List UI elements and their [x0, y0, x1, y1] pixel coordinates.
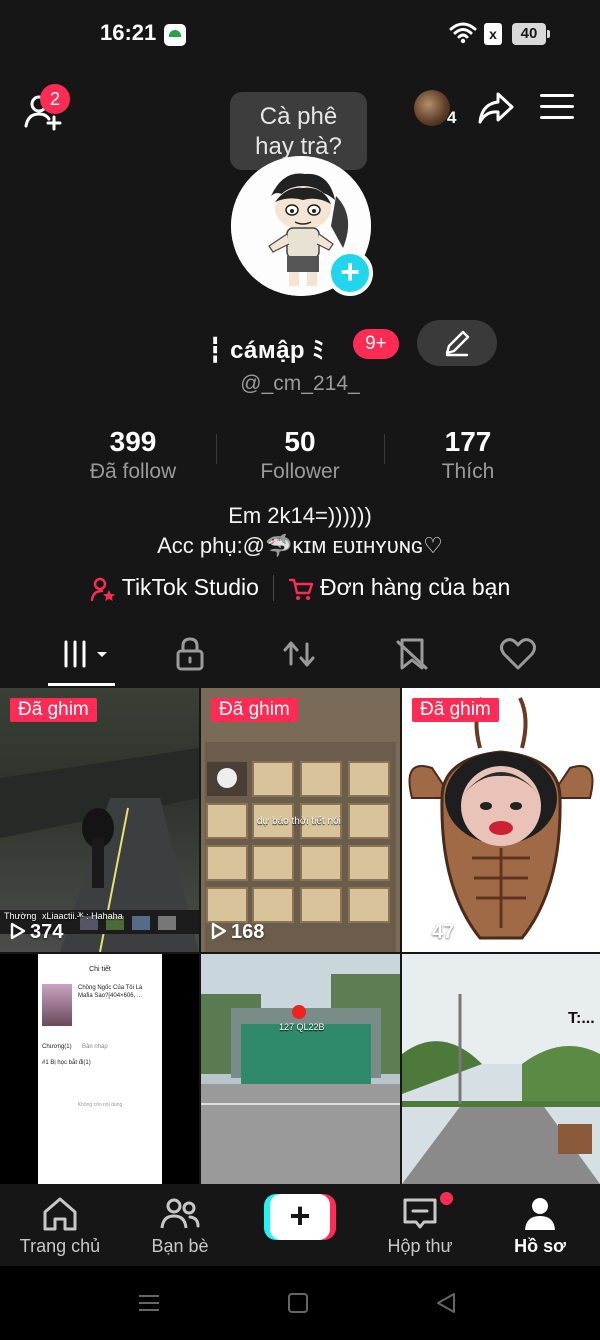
- view-count: 374: [10, 921, 63, 944]
- play-icon: [412, 922, 428, 940]
- name-badge[interactable]: 9+: [353, 329, 399, 359]
- cart-icon: [288, 578, 314, 600]
- edit-profile-button[interactable]: [417, 320, 497, 366]
- tab-reposts[interactable]: [269, 632, 329, 676]
- tab-favorites[interactable]: [382, 632, 442, 676]
- view-count: 168: [211, 921, 264, 944]
- view-count-value: 47: [432, 921, 455, 943]
- home-square-icon[interactable]: [286, 1291, 310, 1315]
- heart-icon: [500, 638, 536, 670]
- battery-icon: 40: [512, 23, 550, 45]
- play-icon: [211, 922, 227, 940]
- play-icon: [10, 922, 26, 940]
- view-count-value: 168: [231, 921, 265, 943]
- orders-label: Đơn hàng của bạn: [319, 574, 511, 600]
- nav-inbox[interactable]: Hộp thư: [360, 1184, 480, 1266]
- profile-visitors-avatar[interactable]: [414, 90, 450, 126]
- nav-inbox-label: Hộp thư: [387, 1236, 453, 1256]
- thought-line-1: Cà phê: [259, 103, 338, 130]
- thumbnail-text: dự báo thời tiết nói: [257, 816, 341, 827]
- likes-count: 177: [444, 426, 492, 457]
- friend-requests-badge: 2: [40, 84, 70, 114]
- plus-icon: +: [270, 1194, 330, 1240]
- status-time: 16:21: [100, 20, 157, 45]
- tiktok-studio-label: TikTok Studio: [121, 574, 259, 600]
- nav-friends-label: Bạn bè: [151, 1236, 209, 1256]
- share-profile-icon[interactable]: [476, 88, 516, 128]
- game-rank-label: Thường: [4, 911, 37, 921]
- video-tile[interactable]: T:...: [402, 954, 600, 1184]
- friends-icon: [160, 1198, 200, 1229]
- lock-icon: [176, 637, 204, 671]
- active-tab-indicator: [48, 683, 115, 686]
- nav-profile-label: Hồ sơ: [514, 1236, 566, 1256]
- draft-tab: Bản nháp: [82, 1044, 108, 1050]
- add-friend-button[interactable]: 2: [22, 84, 70, 132]
- inbox-icon: [403, 1198, 437, 1229]
- display-name: ┇ cáмập ﾐ: [208, 337, 325, 364]
- umbrella-notification-icon: [164, 24, 186, 46]
- tab-private[interactable]: [160, 632, 220, 676]
- likes-label: Thích: [441, 460, 495, 483]
- app-screen-title: Chi tiết: [89, 966, 111, 973]
- tab-liked[interactable]: [488, 632, 548, 676]
- empty-note: Không còn nội dung: [77, 1102, 123, 1108]
- bio-line-1: Em 2k14=)))))): [228, 503, 372, 528]
- recents-menu-icon[interactable]: [137, 1291, 161, 1315]
- sim-icon: x: [484, 23, 502, 45]
- nav-home-label: Trang chủ: [19, 1236, 101, 1256]
- pinned-badge: Đã ghim: [412, 698, 499, 722]
- status-bar: 16:21 x 40: [0, 0, 600, 68]
- create-video-button[interactable]: +: [264, 1194, 336, 1240]
- chapter-item: #1 Bị học bắt đi(1): [42, 1060, 91, 1066]
- video-tile[interactable]: dự báo thời tiết nói Đã ghim 168: [201, 688, 400, 952]
- profile-visitors-count: 4: [447, 108, 457, 127]
- game-chat-caption: xLiaactii.ᴶᴷ : Hahaha: [42, 911, 123, 921]
- overlay-text: T:...: [568, 1010, 595, 1027]
- profile-icon: [525, 1198, 555, 1230]
- pencil-icon: [445, 330, 470, 357]
- map-marker-label: 127 QL22B: [279, 1022, 325, 1032]
- menu-icon[interactable]: [540, 94, 574, 120]
- username: @_cm_214_: [240, 372, 360, 395]
- video-tile[interactable]: Chi tiết Chồng Ngốc Của Tôi Là Mafia Sao…: [0, 954, 199, 1184]
- tab-videos[interactable]: [55, 632, 115, 676]
- links-divider: [272, 574, 274, 601]
- profile-links: TikTok Studio Đơn hàng của bạn: [0, 574, 600, 602]
- book-title: Chồng Ngốc Của Tôi Là Mafia Sao?[404×606…: [78, 985, 143, 999]
- app-screenshot: Chi tiết Chồng Ngốc Của Tôi Là Mafia Sao…: [38, 954, 162, 1184]
- nav-friends[interactable]: Bạn bè: [120, 1184, 240, 1266]
- video-tile[interactable]: 127 QL22B: [201, 954, 400, 1184]
- view-count: 47: [412, 921, 454, 944]
- pinned-badge: Đã ghim: [211, 698, 298, 722]
- repost-icon: [283, 641, 315, 667]
- bio-line-2[interactable]: Acc phụ:@🦈ᴋɪᴍ ᴇᴜɪʜʏᴜɴɢ♡: [0, 533, 600, 559]
- tiktok-studio-link[interactable]: TikTok Studio: [90, 574, 259, 602]
- muscle-bug-meme-thumbnail: [408, 697, 594, 940]
- add-story-button[interactable]: +: [327, 250, 373, 296]
- grid-videos-icon: [63, 640, 107, 668]
- video-tile[interactable]: Thường xLiaactii.ᴶᴷ : Hahaha Đã ghim 374: [0, 688, 199, 952]
- studio-person-star-icon: [90, 577, 115, 602]
- roadside-thumbnail: [402, 954, 600, 1184]
- pinned-badge: Đã ghim: [10, 698, 97, 722]
- nav-profile[interactable]: Hồ sơ: [480, 1184, 600, 1266]
- book-cover: [42, 984, 72, 1026]
- home-icon: [43, 1197, 77, 1231]
- likes-stat[interactable]: 177 Thích: [368, 426, 568, 484]
- video-tile[interactable]: Đã ghim 47: [402, 688, 600, 952]
- bookmark-hidden-icon: [396, 638, 428, 670]
- orders-link[interactable]: Đơn hàng của bạn: [288, 574, 510, 602]
- street-view-thumbnail: [201, 954, 400, 1184]
- back-triangle-icon[interactable]: [434, 1291, 458, 1315]
- view-count-value: 374: [30, 921, 64, 943]
- inbox-notification-dot: [440, 1192, 453, 1205]
- chapter-tab: Chương(1): [42, 1044, 72, 1050]
- system-navigation-bar: [0, 1266, 600, 1340]
- nav-home[interactable]: Trang chủ: [0, 1184, 120, 1266]
- wifi-icon: [449, 22, 477, 44]
